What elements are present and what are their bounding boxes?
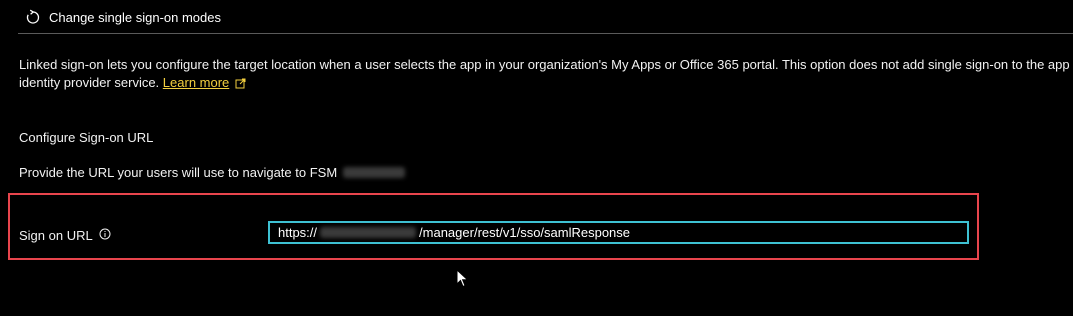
url-prefix: https:// (278, 225, 318, 240)
mouse-pointer-icon (456, 268, 469, 291)
info-icon[interactable] (99, 228, 111, 243)
description-line-2: identity provider service. Learn more (19, 74, 1073, 94)
sign-on-url-label-group: Sign on URL (19, 228, 111, 243)
external-link-icon[interactable] (235, 76, 246, 94)
sign-on-url-input[interactable]: https:// /manager/rest/v1/sso/samlRespon… (268, 221, 969, 244)
provide-url-label: Provide the URL your users will use to n… (19, 165, 338, 180)
undo-arrow-icon (26, 9, 40, 25)
toolbar: Change single sign-on modes (18, 0, 1073, 34)
configure-sign-on-url-title: Configure Sign-on URL (19, 130, 154, 145)
sign-on-url-label: Sign on URL (19, 228, 93, 243)
description-line-1: Linked sign-on lets you configure the ta… (19, 57, 1070, 72)
change-sso-modes-button[interactable]: Change single sign-on modes (26, 6, 221, 28)
change-sso-modes-label: Change single sign-on modes (49, 9, 221, 25)
provide-url-text: Provide the URL your users will use to n… (19, 165, 406, 180)
url-suffix: /manager/rest/v1/sso/samlResponse (419, 225, 631, 240)
linked-sign-on-description: Linked sign-on lets you configure the ta… (19, 56, 1073, 94)
learn-more-link[interactable]: Learn more (163, 75, 229, 90)
redacted-host (320, 227, 417, 238)
redacted-app-name (343, 167, 406, 178)
description-line-2-text: identity provider service. (19, 75, 160, 90)
